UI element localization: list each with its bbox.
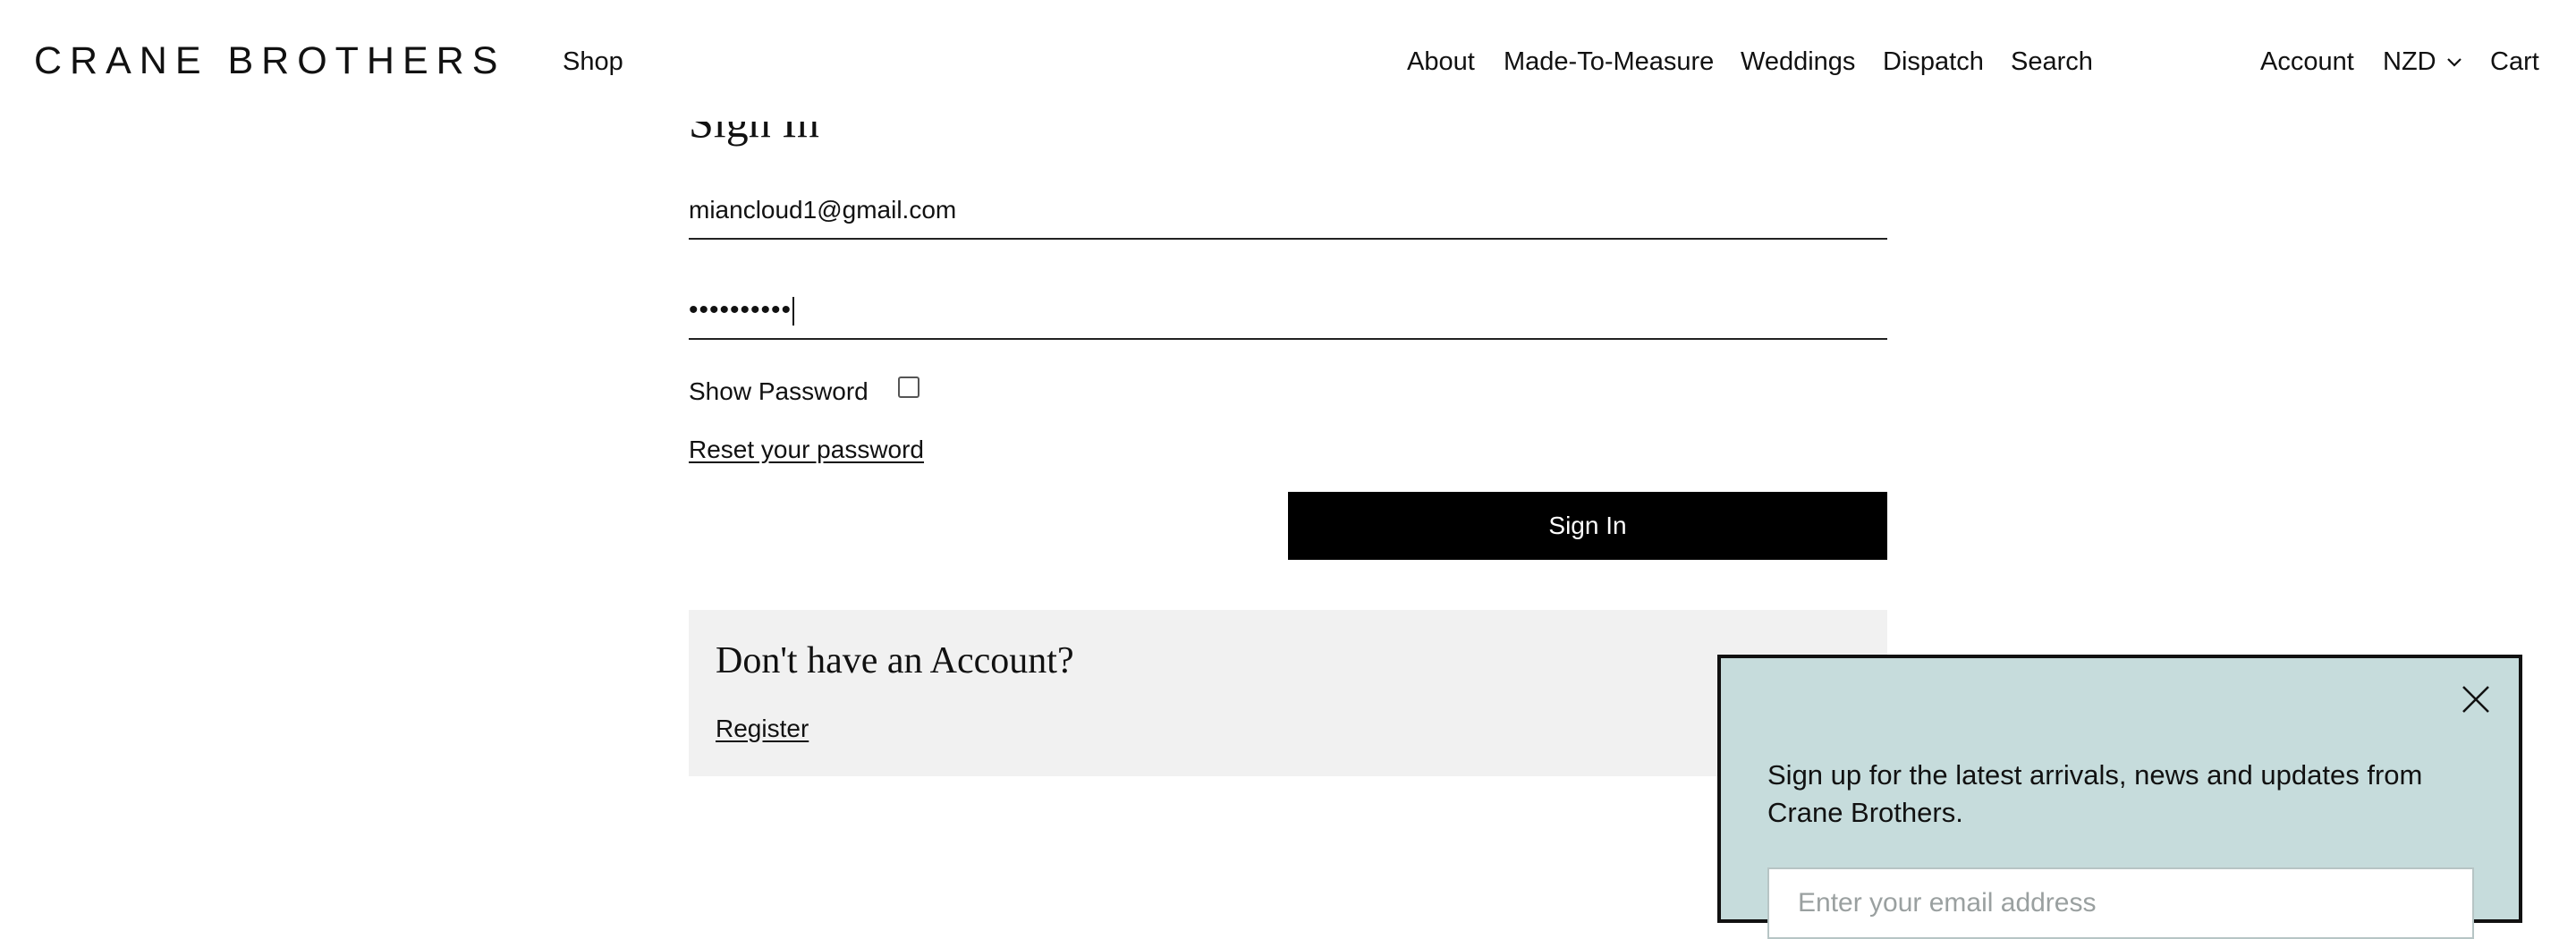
nav-weddings[interactable]: Weddings	[1741, 47, 1855, 77]
email-field[interactable]	[689, 182, 1887, 238]
text-caret	[792, 297, 795, 326]
show-password-label: Show Password	[689, 377, 869, 405]
currency-selector[interactable]: NZD	[2383, 47, 2463, 77]
nav-about[interactable]: About	[1407, 47, 1475, 77]
nav-search[interactable]: Search	[2011, 47, 2093, 77]
close-popup-button[interactable]	[2460, 683, 2492, 715]
register-heading: Don't have an Account?	[716, 640, 1074, 681]
newsletter-email-input[interactable]	[1767, 867, 2474, 939]
currency-label: NZD	[2383, 47, 2436, 76]
register-panel: Don't have an Account? Register	[689, 610, 1887, 776]
close-icon	[2462, 686, 2489, 713]
nav-shop[interactable]: Shop	[563, 47, 623, 77]
password-dots: ••••••••••	[689, 295, 792, 325]
password-value: ••••••••••	[689, 295, 795, 326]
site-logo[interactable]: CRANE BROTHERS	[34, 39, 505, 83]
newsletter-popup: Sign up for the latest arrivals, news an…	[1717, 655, 2522, 939]
email-field-wrapper	[689, 182, 1887, 240]
password-field[interactable]: ••••••••••	[689, 283, 1887, 340]
nav-dispatch[interactable]: Dispatch	[1883, 47, 1984, 77]
register-link[interactable]: Register	[716, 714, 809, 744]
show-password-checkbox[interactable]	[898, 376, 919, 398]
chevron-down-icon	[2446, 58, 2462, 67]
nav-account[interactable]: Account	[2260, 47, 2354, 77]
newsletter-message: Sign up for the latest arrivals, news an…	[1767, 759, 2423, 828]
nav-made-to-measure[interactable]: Made-To-Measure	[1504, 47, 1714, 77]
signin-button[interactable]: Sign In	[1288, 492, 1887, 560]
reset-password-link[interactable]: Reset your password	[689, 435, 924, 465]
nav-cart[interactable]: Cart	[2490, 47, 2539, 77]
site-header: CRANE BROTHERS Shop About Made-To-Measur…	[0, 0, 2576, 122]
